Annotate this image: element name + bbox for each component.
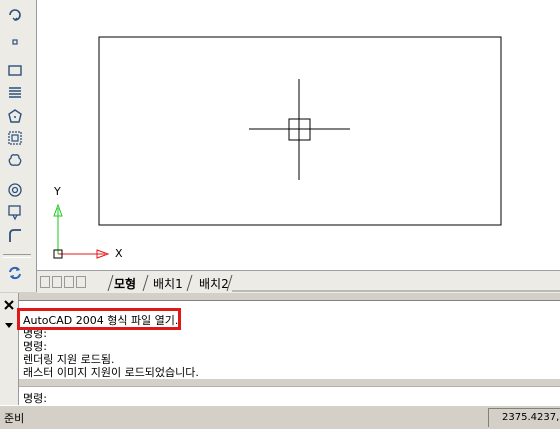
tab-layout2[interactable]: 배치2	[199, 275, 229, 292]
status-ready: 준비	[4, 412, 25, 425]
rectangle-button[interactable]	[4, 60, 26, 80]
drawing-svg	[53, 36, 502, 259]
history-line: 명령:	[23, 340, 47, 353]
helix-button[interactable]	[4, 83, 26, 103]
coordinate-panel: 2375.4237,1	[488, 408, 560, 427]
close-icon[interactable]	[4, 300, 14, 310]
region-icon	[8, 131, 22, 145]
redo-button[interactable]	[4, 4, 26, 24]
revcloud-icon	[8, 154, 22, 166]
crosshair-cursor	[249, 79, 350, 180]
drawing-canvas[interactable]: Y X	[37, 0, 560, 270]
y-axis-label: Y	[54, 185, 61, 198]
tab-model[interactable]: 모형	[114, 275, 136, 292]
point-icon	[12, 39, 18, 45]
region-button[interactable]	[4, 128, 26, 148]
dropdown-arrow-icon[interactable]	[5, 323, 13, 328]
refresh-button[interactable]	[4, 263, 26, 283]
helix-icon	[9, 87, 21, 98]
polygon-icon	[8, 109, 22, 123]
draw-toolbar	[0, 0, 37, 292]
toolbar-divider	[3, 254, 31, 258]
hatch-button[interactable]	[4, 202, 26, 222]
refresh-icon	[9, 266, 21, 280]
coordinate-readout: 2375.4237,1	[502, 412, 560, 423]
hatch-icon	[8, 205, 21, 221]
command-prompt: 명령:	[23, 392, 47, 405]
fillet-button[interactable]	[4, 225, 26, 245]
donut-icon	[8, 183, 22, 197]
status-bar: 준비 2375.4237,1	[0, 405, 560, 429]
tab-layout1[interactable]: 배치1	[153, 275, 183, 292]
layout-tab-bar: 모형 배치1 배치2	[37, 270, 560, 293]
history-line: 렌더링 지원 로드됨.	[23, 353, 115, 366]
x-axis-label: X	[115, 247, 123, 260]
fillet-icon	[9, 229, 21, 242]
polygon-button[interactable]	[4, 106, 26, 126]
history-line: 래스터 이미지 지원이 로드되었습니다.	[23, 366, 199, 379]
donut-button[interactable]	[4, 180, 26, 200]
command-input[interactable]: 명령:	[19, 386, 560, 406]
redo-icon	[9, 9, 21, 21]
paper-boundary	[98, 36, 502, 226]
revcloud-button[interactable]	[4, 150, 26, 170]
highlight-annotation	[17, 308, 181, 330]
point-button[interactable]	[4, 32, 26, 52]
rectangle-icon	[8, 65, 22, 76]
ucs-icon	[53, 203, 110, 259]
